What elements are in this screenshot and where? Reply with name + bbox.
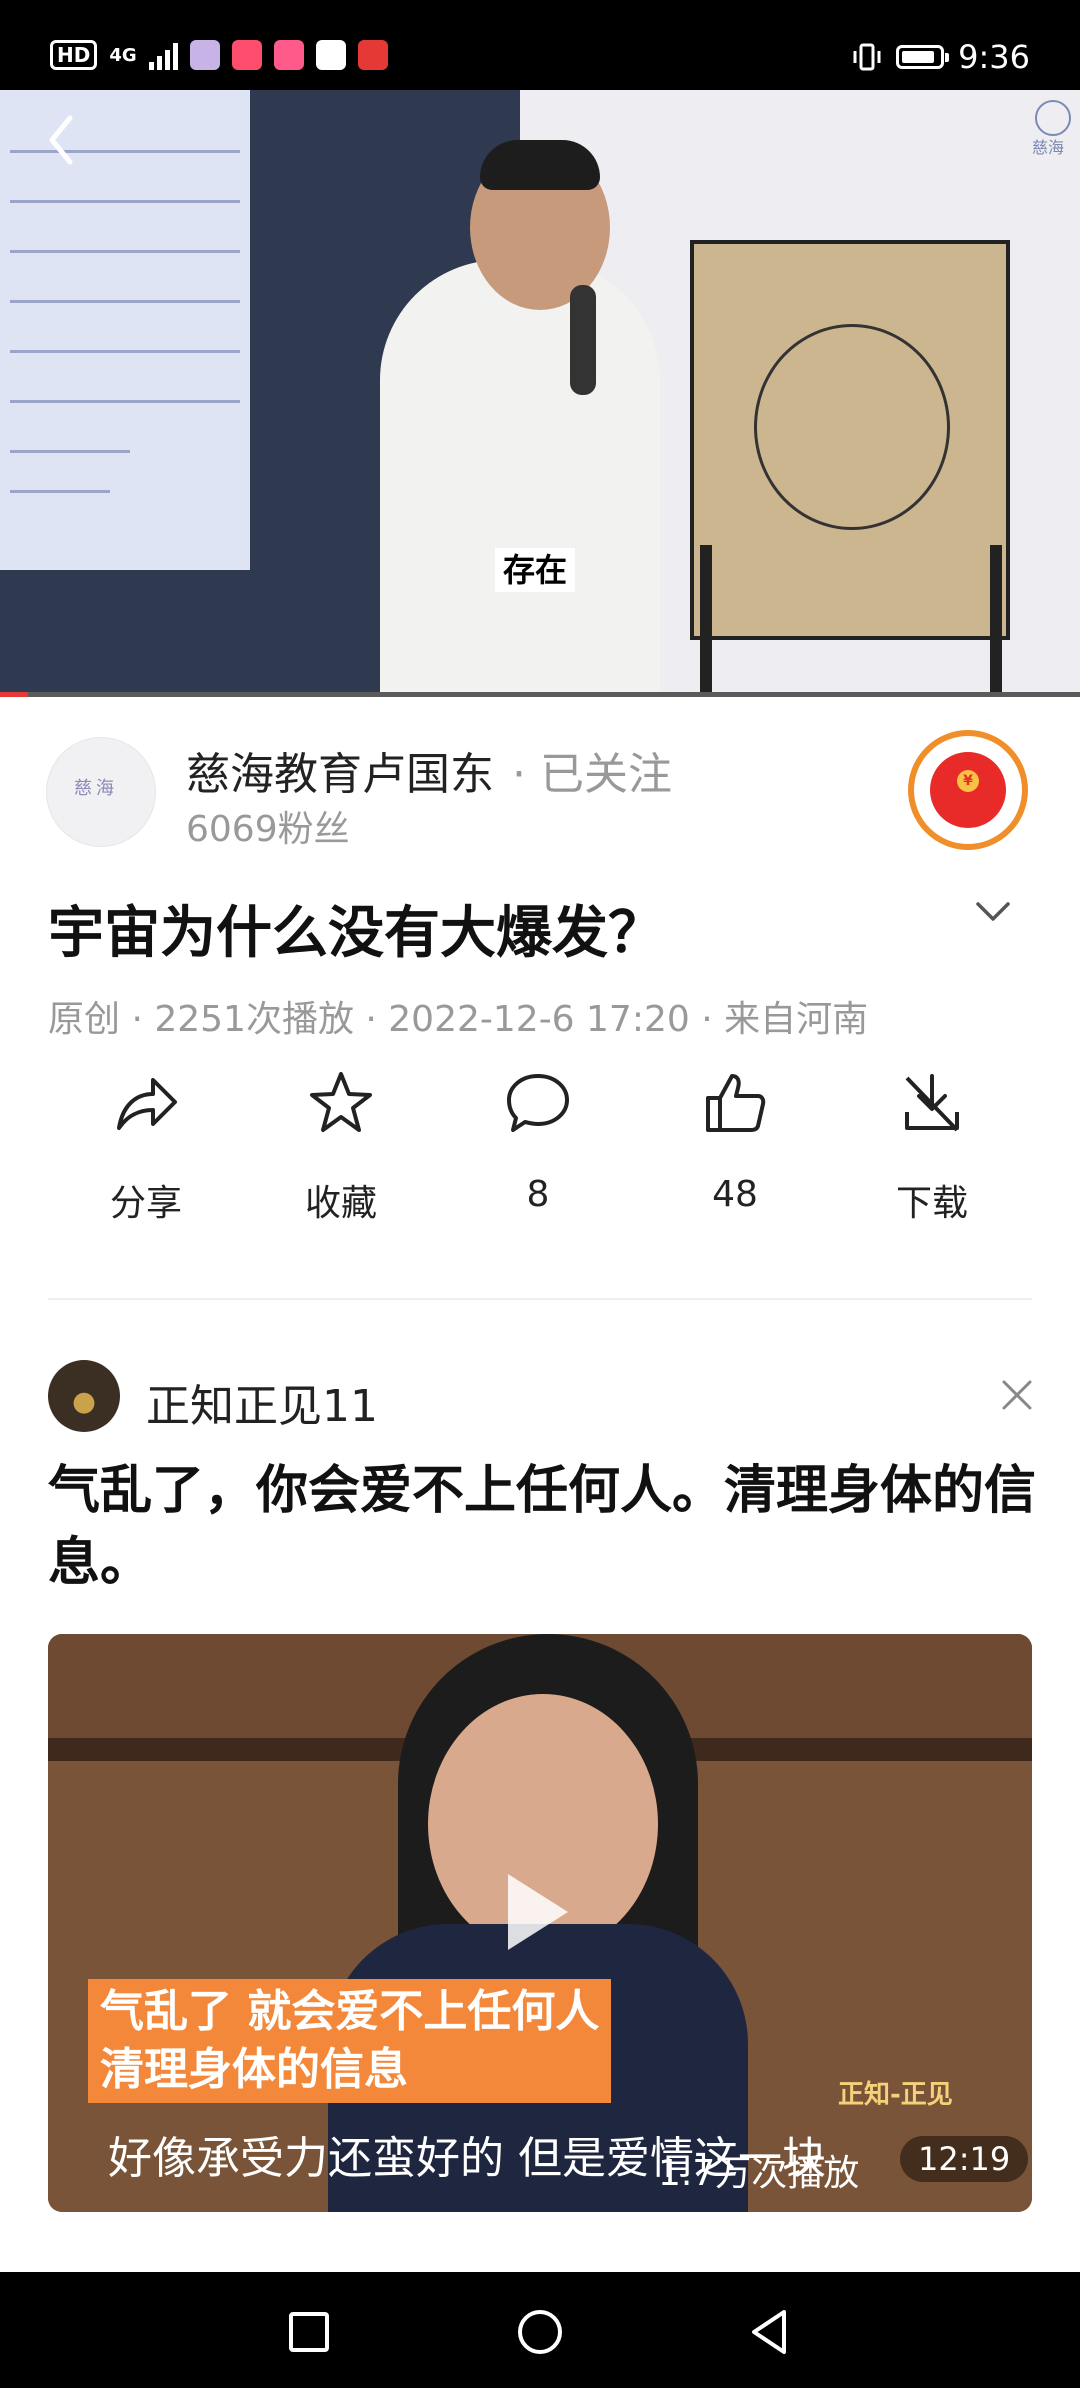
app-notification-icon [357,40,388,70]
vibrate-icon [853,43,881,71]
share-icon [117,1078,177,1130]
thumbs-up-icon [706,1074,766,1132]
view-count: 1.7万次播放 [658,2153,860,2194]
video-caption: 存在 [495,548,576,592]
network-type: 4G [109,44,137,66]
video-progress-track[interactable] [0,692,1080,697]
app-notification-icon [231,40,262,70]
follow-status[interactable]: · 已关注 [512,738,672,802]
comment-icon [507,1074,569,1132]
download-label: 下载 [895,1183,968,1224]
share-button[interactable]: 分享 [56,1068,236,1226]
video-duration: 12:19 [900,2136,1029,2182]
close-icon[interactable] [1000,1378,1034,1412]
microphone [570,285,596,395]
video-title: 宇宙为什么没有大爆发？ [48,901,664,966]
app-notification-icon [189,40,220,70]
banner-line-2: 清理身体的信息 [100,2044,408,2095]
favorite-label: 收藏 [304,1183,377,1224]
video-meta: 原创 · 2251次播放 · 2022-12-6 17:20 · 来自河南 [48,999,869,1040]
banner-line-1: 气乱了 就会爱不上任何人 [100,1986,600,2037]
slide-table [0,90,250,570]
drawn-circle [754,324,950,530]
star-icon [310,1072,372,1132]
status-bar: HD 4G 9:36 [0,0,1080,90]
watermark-text: 慈海 [1032,138,1065,157]
back-icon[interactable] [746,2308,794,2356]
recommended-author-avatar[interactable] [48,1360,120,1432]
app-notification-icon [273,40,304,70]
status-right: 9:36 [852,38,1030,76]
like-button[interactable]: 48 [645,1068,825,1215]
thumbnail-banner: 气乱了 就会爱不上任何人 清理身体的信息 [88,1979,612,2103]
fan-count: 6069粉丝 [186,809,350,850]
home-icon[interactable] [516,2308,564,2356]
author-name[interactable]: 慈海教育卢国东 [186,738,494,802]
easel-leg [700,545,712,695]
thumbnail-brand: 正知-正见 [838,2080,953,2110]
recommended-author-name[interactable]: 正知正见11 [146,1370,378,1434]
easel-leg [990,545,1002,695]
recent-apps-icon[interactable] [285,2308,333,2356]
easel-board [690,240,1010,640]
signal-icon [148,40,178,70]
status-left: HD 4G [50,40,388,70]
speaker-hair [480,140,600,190]
chevron-down-icon[interactable] [975,900,1011,924]
favorite-button[interactable]: 收藏 [251,1068,431,1226]
play-icon[interactable] [508,1874,568,1950]
hd-indicator: HD [50,40,98,70]
battery-icon [896,45,950,69]
comment-button[interactable]: 8 [448,1068,628,1215]
share-label: 分享 [109,1183,182,1224]
recommended-video-title[interactable]: 气乱了，你会爱不上任何人。清理身体的信息。 [48,1455,1038,1599]
speaker-body [380,260,660,695]
download-button[interactable]: 下载 [842,1068,1022,1226]
download-icon [905,1074,959,1132]
like-count: 48 [712,1174,758,1215]
recommended-video-thumbnail[interactable]: 气乱了 就会爱不上任何人 清理身体的信息 正知-正见 好像承受力还蛮好的 但是爱… [48,1634,1032,2212]
watermark-logo-icon [1035,100,1071,136]
back-arrow-icon[interactable] [42,110,82,170]
app-notification-icon [315,40,346,70]
comment-count: 8 [526,1174,550,1215]
video-progress-fill [0,692,28,697]
section-divider [48,1298,1032,1300]
video-player[interactable] [0,90,1080,695]
coin-icon: ¥ [957,770,979,792]
avatar-logo-text: 慈海 [74,778,118,799]
clock: 9:36 [958,38,1030,76]
